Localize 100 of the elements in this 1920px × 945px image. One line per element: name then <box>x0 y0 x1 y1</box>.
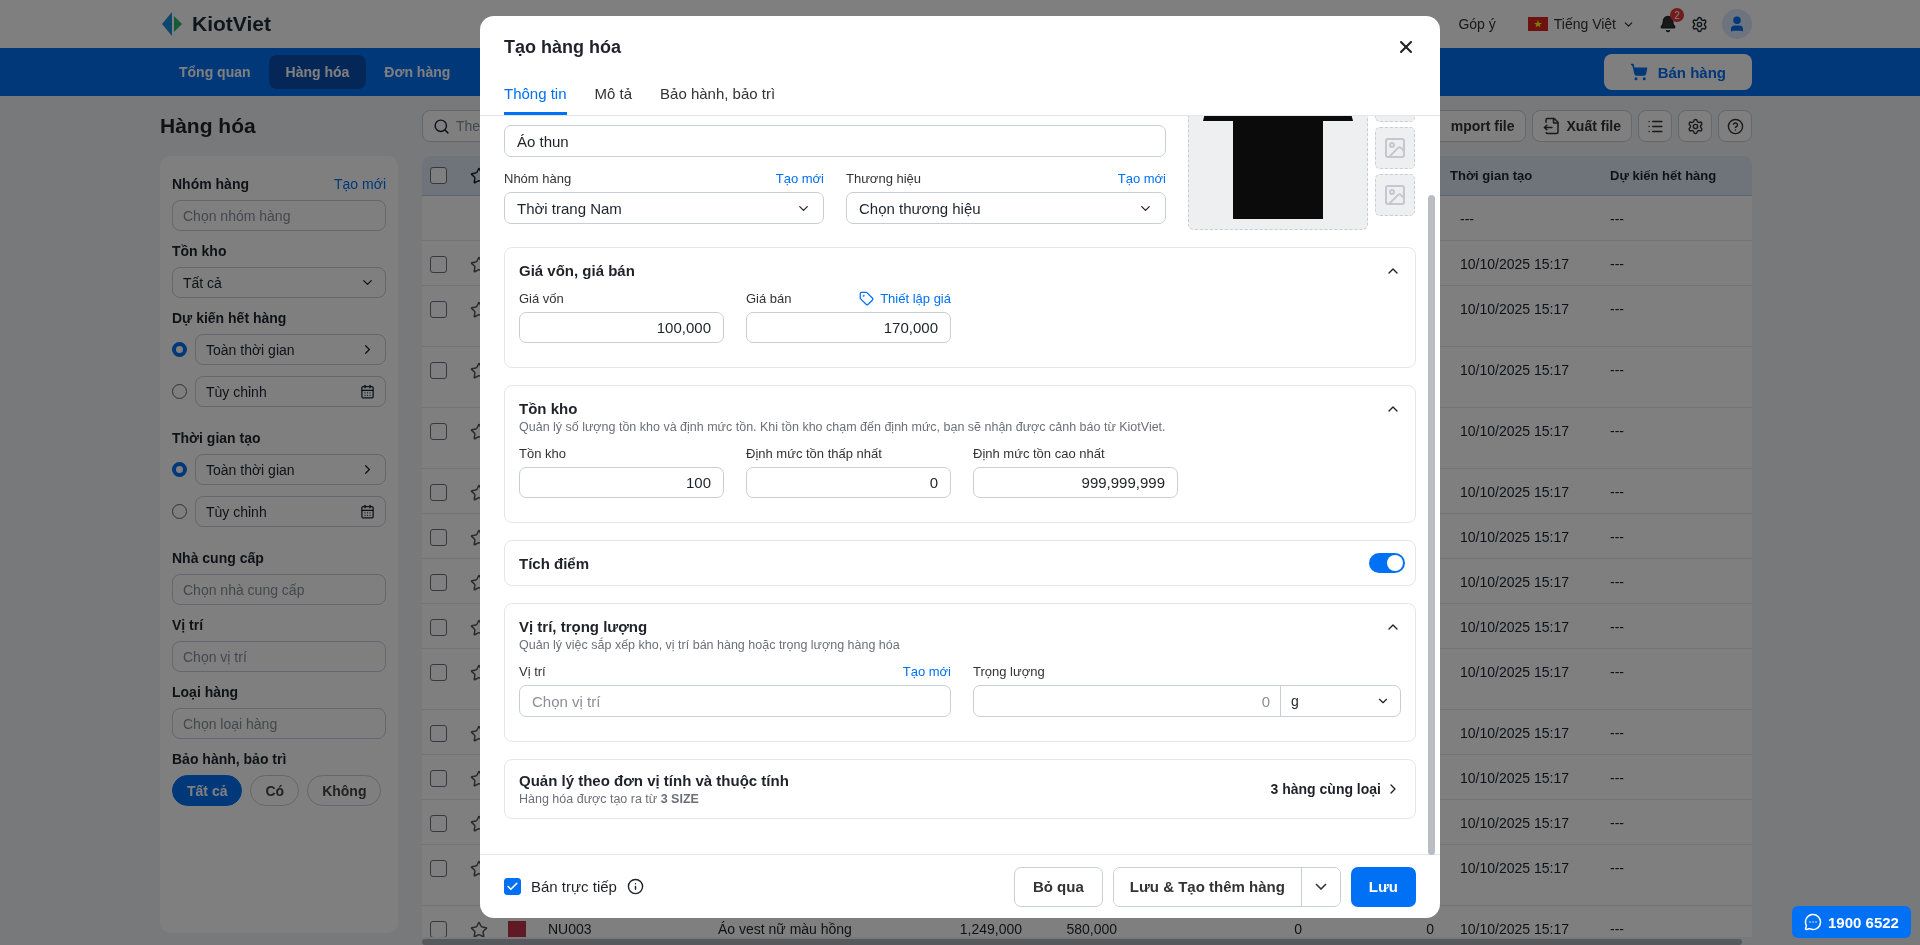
tab[interactable]: Mô tả <box>594 85 633 115</box>
checkbox[interactable] <box>504 878 521 895</box>
feedback-link[interactable]: Góp ý <box>1458 16 1496 32</box>
chat-icon <box>1804 913 1822 931</box>
table-cell: --- <box>1610 211 1624 227</box>
filter-chip[interactable]: Có <box>250 775 300 806</box>
radio-button[interactable] <box>172 462 187 477</box>
table-cell: --- <box>1610 256 1624 272</box>
scrollbar[interactable] <box>422 939 1742 945</box>
settings-button[interactable] <box>1678 110 1712 142</box>
section-title: Vị trí, trọng lượng <box>519 618 648 635</box>
table-cell: --- <box>1610 860 1624 876</box>
radio-button[interactable] <box>172 342 187 357</box>
location-field[interactable]: Chọn vị trí <box>519 685 951 717</box>
export-icon <box>1542 117 1561 135</box>
nav-tab[interactable]: Hàng hóa <box>268 55 367 89</box>
checkbox[interactable] <box>430 484 447 501</box>
help-icon <box>1726 117 1744 135</box>
hotline-button[interactable]: 1900 6522 <box>1792 906 1911 938</box>
section-title: Quản lý theo đơn vị tính và thuộc tính <box>519 772 789 789</box>
checkbox[interactable] <box>430 423 447 440</box>
checkbox[interactable] <box>430 362 447 379</box>
section-description: Quản lý việc sắp xếp kho, vị trí bán hàng hoặc trọng lượng hàng hóa <box>519 638 901 652</box>
create-link[interactable]: Tạo mới <box>775 170 824 186</box>
sell-button[interactable]: Bán hàng <box>1603 54 1752 90</box>
number-field[interactable]: 0 <box>746 467 951 498</box>
toggle-switch[interactable] <box>1369 553 1405 573</box>
nav-tab[interactable]: Tổng quan <box>162 55 268 89</box>
checkbox[interactable] <box>430 301 447 318</box>
variants-link[interactable]: 3 hàng cùng loại <box>1270 781 1401 797</box>
section-title: Tồn kho <box>519 400 578 417</box>
filter-select[interactable]: Tất cả <box>172 267 386 298</box>
save-and-add-button[interactable]: Lưu & Tạo thêm hàng <box>1113 867 1302 906</box>
group-select[interactable]: Thời trang Nam <box>504 192 824 224</box>
checkbox[interactable] <box>430 167 447 184</box>
filter-field[interactable]: Chọn nhà cung cấp <box>172 574 386 605</box>
field-label: Định mức tồn cao nhất <box>973 445 1105 461</box>
checkbox[interactable] <box>430 529 447 546</box>
brand-select[interactable]: Chọn thương hiệu <box>846 192 1166 224</box>
checkbox[interactable] <box>430 921 447 937</box>
logo-icon <box>160 10 184 38</box>
checkbox[interactable] <box>430 574 447 591</box>
info-icon[interactable] <box>626 878 644 895</box>
user-avatar[interactable] <box>1722 9 1752 39</box>
filter-select[interactable]: Toàn thời gian <box>195 454 386 485</box>
cancel-button[interactable]: Bỏ qua <box>1013 866 1103 907</box>
create-link[interactable]: Tạo mới <box>1117 170 1166 186</box>
number-field[interactable]: 100 <box>519 467 724 498</box>
table-cell: --- <box>1610 815 1624 831</box>
scrollbar[interactable] <box>1428 195 1435 855</box>
tab[interactable]: Thông tin <box>504 85 567 115</box>
table-cell: 10/10/2025 15:17 <box>1460 423 1569 439</box>
checkbox[interactable] <box>430 619 447 636</box>
star-icon[interactable] <box>470 921 488 937</box>
filter-select[interactable]: Toàn thời gian <box>195 334 386 365</box>
export-button[interactable]: Xuất file <box>1531 110 1632 142</box>
checkbox[interactable] <box>430 770 447 787</box>
filter-field[interactable]: Chọn nhóm hàng <box>172 200 386 231</box>
name-field[interactable]: Áo thun <box>504 125 1166 157</box>
weight-field[interactable]: 0 g <box>973 685 1401 717</box>
checkbox[interactable] <box>430 664 447 681</box>
filter-field[interactable]: Chọn vị trí <box>172 641 386 672</box>
filter-select[interactable]: Tùy chỉnh <box>195 496 386 527</box>
dialog-title: Tạo hàng hóa <box>504 36 621 58</box>
column-header: Dự kiến hết hàng <box>1610 168 1717 183</box>
number-field[interactable]: 170,000 <box>746 312 951 343</box>
table-cell: --- <box>1610 529 1624 545</box>
field-label: Định mức tồn thấp nhất <box>746 445 882 461</box>
table-cell: --- <box>1610 619 1624 635</box>
filter-field[interactable]: Chọn loại hàng <box>172 708 386 739</box>
number-field[interactable]: 999,999,999 <box>973 467 1178 498</box>
filter-select[interactable]: Tùy chỉnh <box>195 376 386 407</box>
table-cell: 10/10/2025 15:17 <box>1460 860 1569 876</box>
create-link[interactable]: Tạo mới <box>902 663 951 679</box>
checkbox[interactable] <box>430 725 447 742</box>
table-cell: 10/10/2025 15:17 <box>1460 574 1569 590</box>
checkbox[interactable] <box>430 815 447 832</box>
checkbox[interactable] <box>430 256 447 273</box>
create-link[interactable]: Tạo mới <box>334 176 386 192</box>
set-price-link[interactable]: Thiết lập giá <box>859 290 951 306</box>
checkbox[interactable] <box>430 860 447 877</box>
filter-chip[interactable]: Tất cả <box>172 775 243 806</box>
settings-icon[interactable] <box>1691 15 1708 33</box>
number-field[interactable]: 100,000 <box>519 312 724 343</box>
tab[interactable]: Bảo hành, bảo trì <box>660 85 776 115</box>
filter-chip[interactable]: Không <box>307 775 382 806</box>
nav-tab[interactable]: Đơn hàng <box>367 55 468 89</box>
save-button[interactable]: Lưu <box>1350 866 1416 907</box>
calendar-icon <box>360 504 375 519</box>
table-cell: --- <box>1460 211 1474 227</box>
columns-button[interactable] <box>1638 110 1672 142</box>
filter-title: Nhóm hàng <box>172 176 249 192</box>
filter-title: Thời gian tạo <box>172 430 261 446</box>
field-label: Tồn kho <box>519 445 566 461</box>
table-cell: --- <box>1610 362 1624 378</box>
filter-title: Nhà cung cấp <box>172 550 264 566</box>
user-icon <box>1728 15 1746 33</box>
help-button[interactable] <box>1718 110 1752 142</box>
language-selector[interactable]: Tiếng Việt <box>1527 16 1635 32</box>
check-icon <box>506 880 519 893</box>
